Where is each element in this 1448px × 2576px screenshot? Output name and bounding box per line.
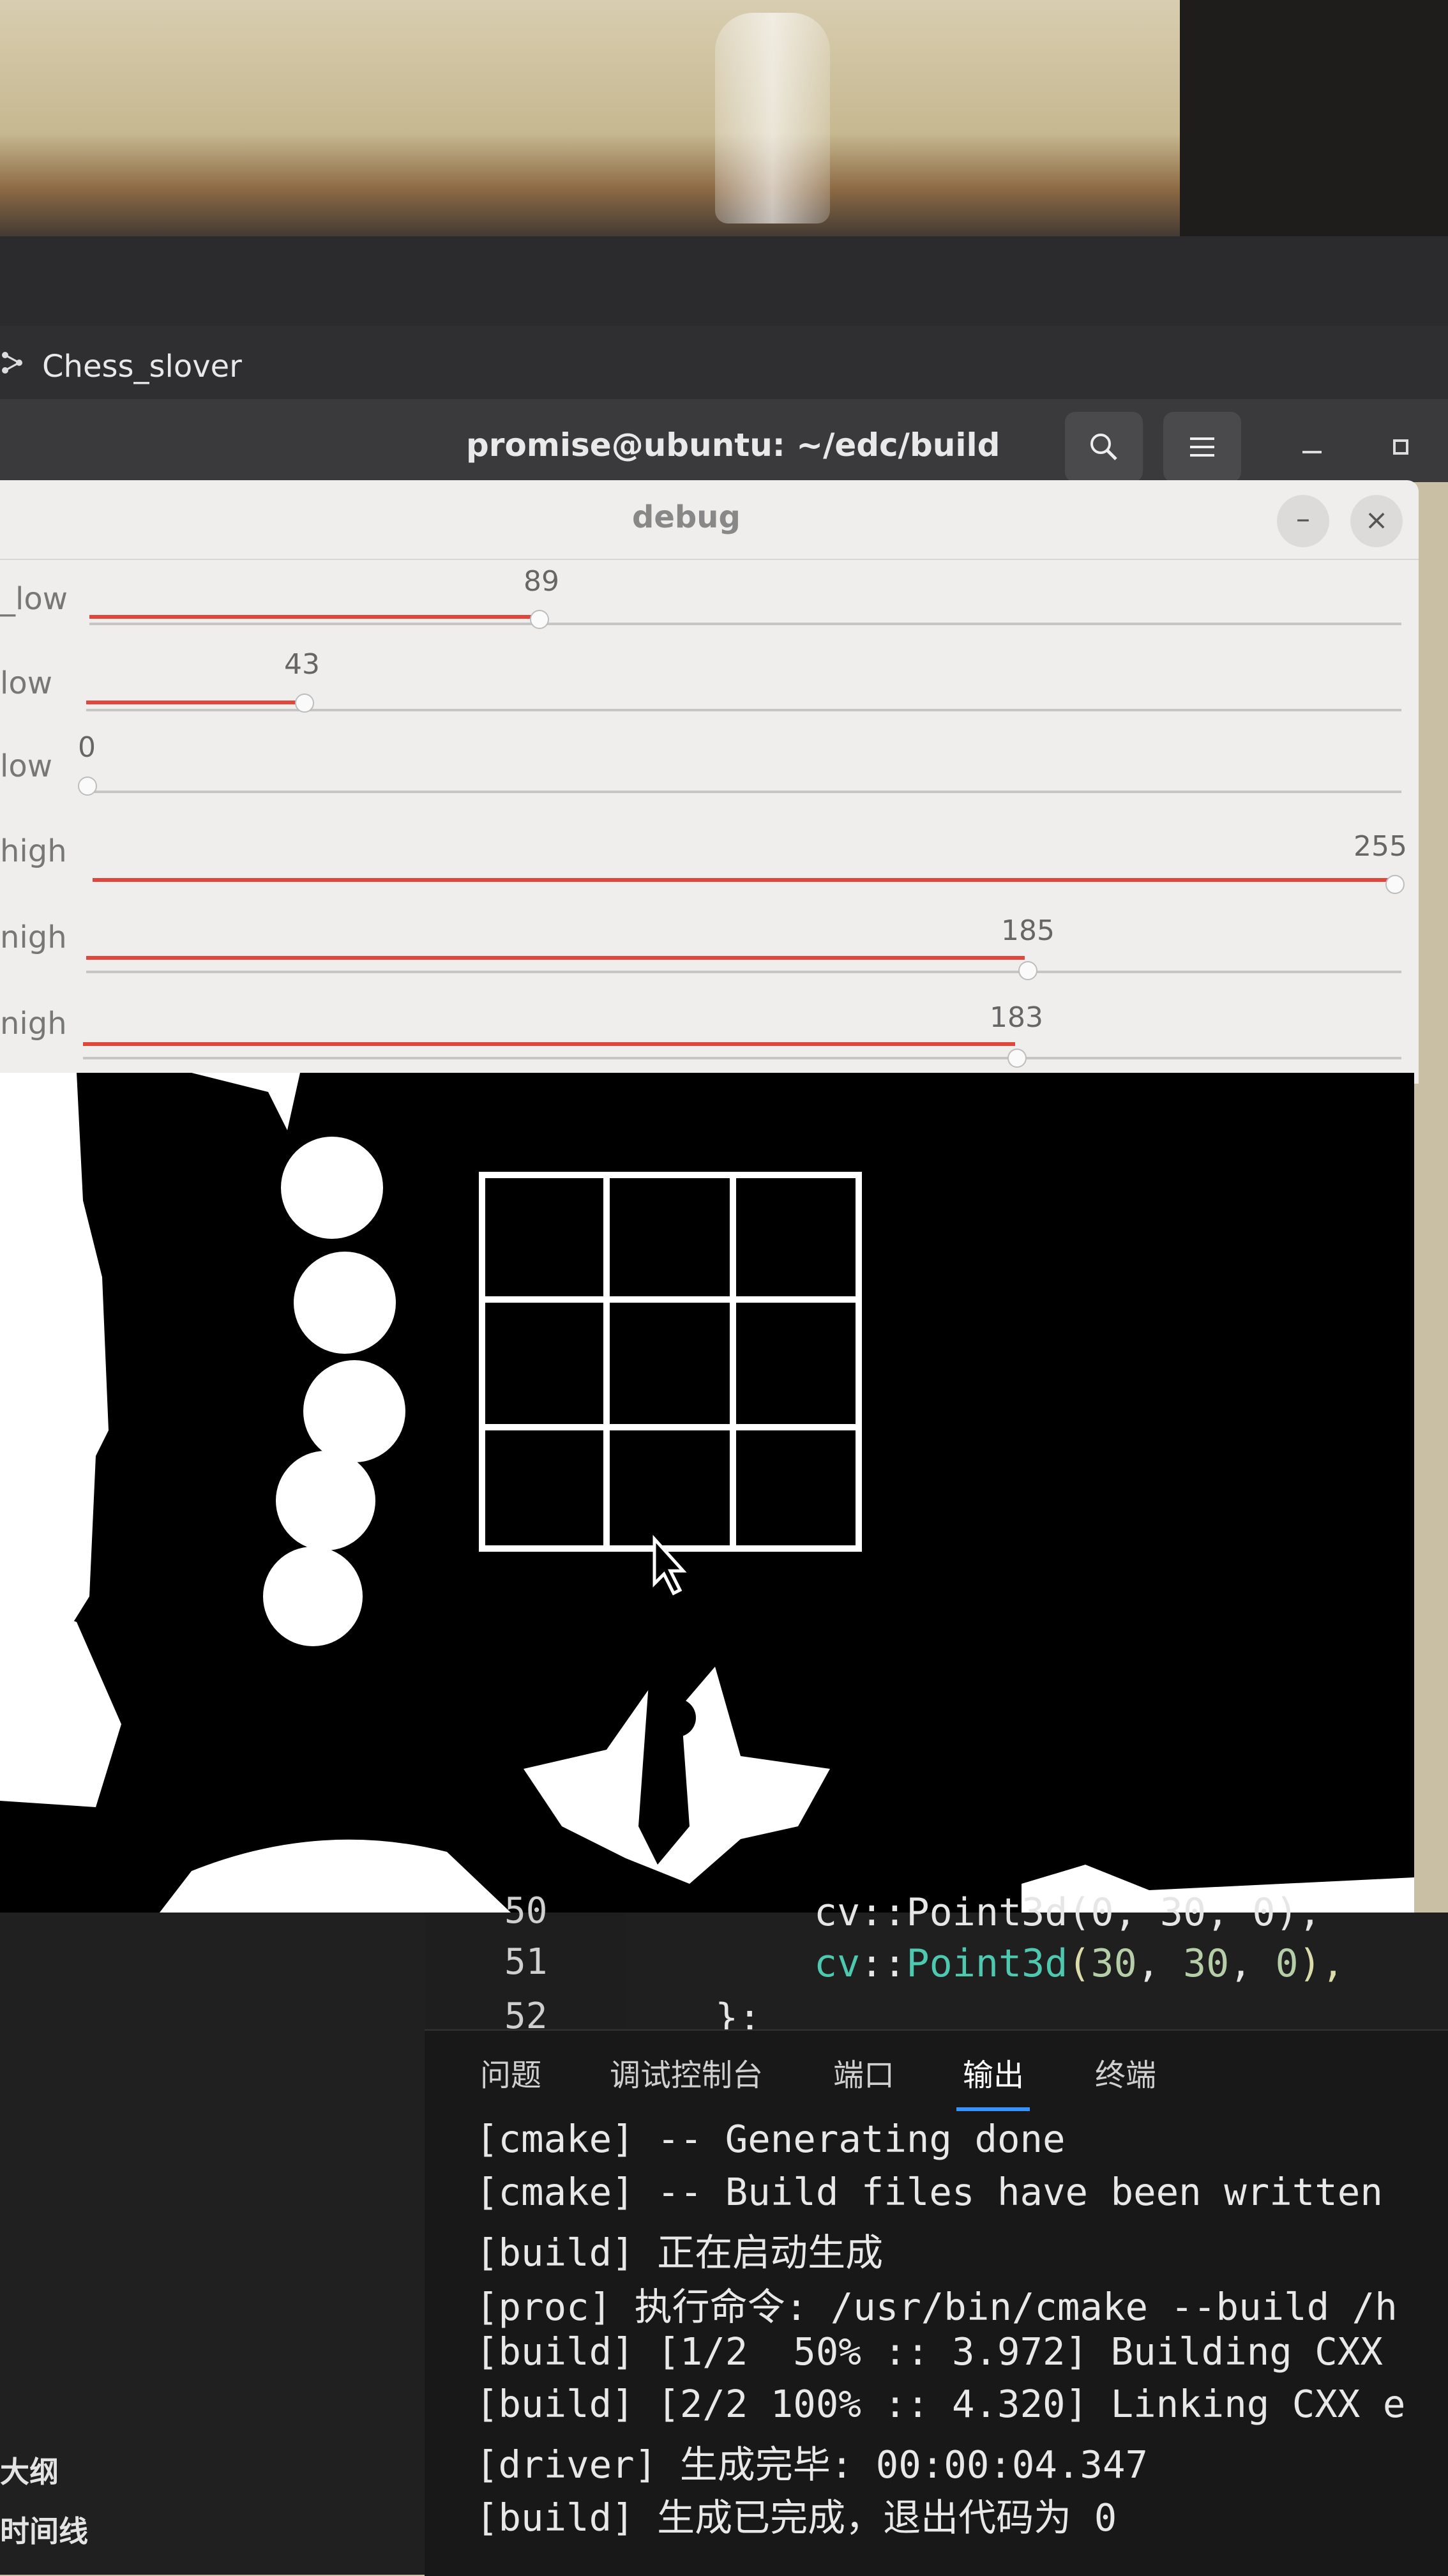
trackbar-knob[interactable] — [78, 777, 97, 796]
trackbar-track[interactable] — [86, 791, 1401, 793]
trackbar-label: low — [0, 665, 52, 701]
trackbar-fill — [89, 615, 536, 619]
trackbar-value: 43 — [284, 648, 320, 681]
minimize-icon: – — [1296, 503, 1310, 535]
line-number: 50 — [504, 1890, 548, 1932]
output-line: [build] 生成已完成，退出代码为 0 — [476, 2496, 1117, 2540]
maximize-icon[interactable] — [1393, 439, 1408, 455]
sidebar-item-outline[interactable]: 大纲 — [0, 2449, 59, 2491]
output-line: [build] [1/2 50% :: 3.972] Building CXX — [476, 2330, 1383, 2374]
code-token: 30 — [1090, 1941, 1137, 1986]
trackbar-knob[interactable] — [295, 693, 314, 713]
output-line: [build] [2/2 100% :: 4.320] Linking CXX … — [476, 2382, 1406, 2426]
trackbar-value: 255 — [1354, 830, 1407, 863]
laptop-bezel — [0, 236, 1448, 326]
code-token: cv — [814, 1941, 861, 1986]
tab-ports[interactable]: 端口 — [833, 2050, 894, 2095]
close-icon: × — [1364, 504, 1389, 536]
code-token: Point3d — [906, 1941, 1068, 1986]
app-title: Chess_slover — [42, 349, 242, 384]
trackbar-label: high — [0, 833, 67, 869]
tab-debug-console[interactable]: 调试控制台 — [610, 2050, 763, 2095]
code-token: 30 — [1183, 1941, 1230, 1986]
threshold-image-canvas — [0, 1073, 1414, 1913]
tab-output[interactable]: 输出 — [963, 2050, 1024, 2095]
active-tab-indicator — [956, 2107, 1030, 2111]
code-token: :: — [860, 1941, 907, 1986]
debug-separator — [0, 559, 1419, 560]
output-line: [cmake] -- Generating done — [476, 2117, 1066, 2161]
code-line[interactable]: cv::Point3d(30, 30, 0), — [814, 1941, 1345, 1986]
code-token: , — [1136, 1941, 1183, 1986]
search-button[interactable] — [1065, 412, 1143, 482]
debug-close-button[interactable]: × — [1350, 495, 1403, 547]
trackbar-track[interactable] — [86, 709, 1401, 711]
code-token: ( — [1067, 1941, 1091, 1986]
trackbar-label: nigh — [0, 1006, 67, 1042]
trackbar-fill — [83, 1042, 1015, 1046]
code-token: 0 — [1275, 1941, 1299, 1986]
app-icon — [2, 352, 22, 374]
trackbar-value: 185 — [1001, 914, 1055, 947]
tab-problems[interactable]: 问题 — [480, 2050, 541, 2095]
output-line: [build] 正在启动生成 — [476, 2231, 884, 2275]
trackbar-knob[interactable] — [530, 610, 549, 629]
line-number: 51 — [504, 1941, 548, 1983]
output-line: [cmake] -- Build files have been written — [476, 2170, 1383, 2214]
trackbar-knob[interactable] — [1007, 1049, 1027, 1068]
debug-window — [0, 480, 1419, 1084]
search-icon — [1090, 434, 1117, 460]
trackbar-knob[interactable] — [1018, 961, 1037, 980]
debug-title: debug — [632, 499, 741, 535]
trackbar-value: 183 — [990, 1001, 1043, 1034]
minimize-icon[interactable] — [1302, 451, 1322, 453]
output-line: [proc] 执行命令: /usr/bin/cmake --build /h — [476, 2285, 1398, 2329]
trackbar-label: low — [0, 748, 52, 784]
threshold-image — [0, 1073, 1414, 1913]
hamburger-menu-icon — [1190, 437, 1214, 457]
trackbar-track[interactable] — [86, 971, 1401, 973]
trackbar-fill — [86, 956, 1025, 960]
debug-minimize-button[interactable]: – — [1277, 495, 1329, 547]
code-token: ), — [1298, 1941, 1345, 1986]
water-bottle — [715, 13, 830, 224]
code-token: , — [1229, 1941, 1276, 1986]
sidebar-item-timeline[interactable]: 时间线 — [0, 2508, 88, 2550]
trackbar-fill — [93, 878, 1395, 882]
trackbar-value: 89 — [524, 565, 559, 598]
trackbar-knob[interactable] — [1385, 875, 1405, 894]
trackbar-value: 0 — [78, 731, 96, 764]
explorer-sidebar — [0, 1913, 425, 2575]
output-line: [driver] 生成完毕: 00:00:04.347 — [476, 2443, 1148, 2487]
terminal-title: promise@ubuntu: ~/edc/build — [466, 427, 1000, 464]
trackbar-label: nigh — [0, 920, 67, 955]
trackbar-fill — [86, 701, 303, 704]
monitor-background — [1180, 0, 1448, 236]
trackbar-label: _low — [0, 581, 68, 617]
tab-terminal[interactable]: 终端 — [1095, 2050, 1156, 2095]
trackbar-track[interactable] — [83, 1057, 1401, 1059]
code-line[interactable]: cv::Point3d(0, 30, 0), — [814, 1890, 1322, 1935]
trackbar-track[interactable] — [89, 623, 1401, 625]
menu-button[interactable] — [1163, 412, 1241, 482]
